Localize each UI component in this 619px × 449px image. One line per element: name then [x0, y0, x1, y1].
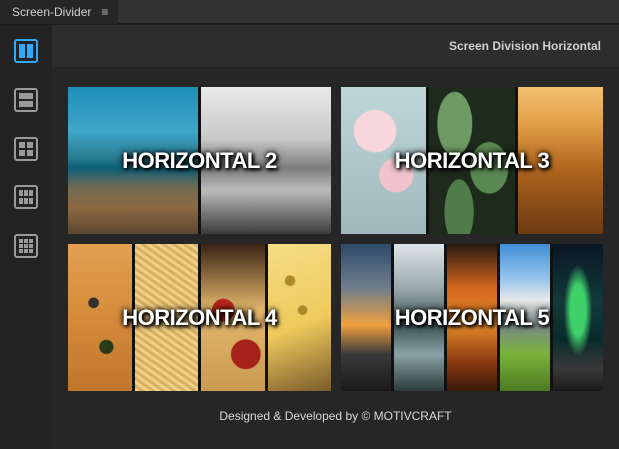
sidebar-item-four-grid[interactable] — [14, 137, 38, 161]
card-label: HORIZONTAL 5 — [394, 304, 550, 330]
sidebar-item-six-grid[interactable] — [14, 185, 38, 209]
card-label: HORIZONTAL 3 — [394, 147, 550, 173]
layout-card-horizontal-2[interactable]: HORIZONTAL 2 — [68, 87, 331, 234]
layout-card-horizontal-3[interactable]: HORIZONTAL 3 — [341, 87, 603, 234]
layout-sidebar — [0, 25, 52, 449]
main-content: Screen Division Horizontal HORIZONTAL 2 … — [52, 25, 619, 449]
layout-card-horizontal-5[interactable]: HORIZONTAL 5 — [341, 244, 603, 391]
panel-title: Screen-Divider — [12, 5, 92, 19]
sidebar-item-nine-grid[interactable] — [14, 234, 38, 258]
two-rows-icon — [14, 88, 38, 112]
panel-tab[interactable]: Screen-Divider ≡ — [0, 0, 119, 24]
sidebar-item-two-rows[interactable] — [14, 88, 38, 112]
footer-credit: Designed & Developed by © MOTIVCRAFT — [219, 409, 452, 423]
title-bar: Screen-Divider ≡ — [0, 0, 619, 24]
six-grid-icon — [14, 185, 38, 209]
four-grid-icon — [14, 137, 38, 161]
page-header: Screen Division Horizontal — [52, 25, 619, 67]
card-label: HORIZONTAL 2 — [122, 147, 277, 173]
nine-grid-icon — [14, 234, 38, 258]
card-label: HORIZONTAL 4 — [122, 304, 277, 330]
two-columns-icon — [14, 39, 38, 63]
layout-card-horizontal-4[interactable]: HORIZONTAL 4 — [68, 244, 331, 391]
panel-menu-icon[interactable]: ≡ — [101, 5, 108, 19]
sidebar-item-two-columns[interactable] — [14, 39, 38, 63]
page-title: Screen Division Horizontal — [448, 39, 601, 53]
